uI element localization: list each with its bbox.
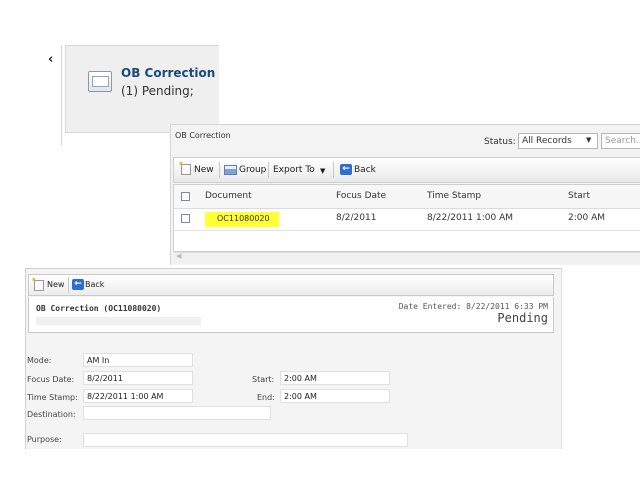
status-select-value: All Records [522,136,572,146]
search-placeholder: Search... [605,136,640,146]
time-stamp-field[interactable]: 8/22/2011 1:00 AM [83,389,193,403]
detail-subtitle-blurred [36,317,201,325]
focus-date-value: 8/2/2011 [87,374,123,383]
back-arrow-icon[interactable]: ← [72,279,84,290]
summary-title[interactable]: OB Correction [121,66,215,80]
destination-label: Destination: [27,410,76,419]
start-field[interactable]: 2:00 AM [280,371,390,385]
summary-pending-count: (1) Pending; [121,84,194,98]
select-all-checkbox[interactable] [181,192,190,201]
end-label: End: [257,393,275,402]
focus-date-label: Focus Date: [27,375,75,384]
toolbar-divider [268,162,269,178]
document-form-icon [88,71,112,92]
new-document-icon[interactable] [178,160,191,175]
mode-value: AM In [87,356,110,365]
detail-title: OB Correction (OC11080020) [36,304,162,313]
destination-field[interactable] [83,406,271,420]
purpose-label: Purpose: [27,435,62,444]
start-label: Start: [252,375,275,384]
list-new-button[interactable]: New [194,165,214,175]
column-header-time-stamp[interactable]: Time Stamp [427,191,481,201]
detail-new-button[interactable]: New [47,280,64,289]
toolbar-divider [219,162,220,178]
table-row-time-stamp: 8/22/2011 1:00 AM [427,213,514,223]
column-header-document[interactable]: Document [205,191,252,201]
list-export-button[interactable]: Export To [273,165,315,175]
table-row-focus-date: 8/2/2011 [336,213,377,223]
horizontal-scrollbar[interactable] [174,252,640,263]
table-row-document-link[interactable]: OC11080020 [217,214,270,223]
toolbar-divider [333,162,334,178]
status-badge: Pending [497,311,548,325]
back-arrow-icon[interactable]: ← [340,164,352,175]
time-stamp-label: Time Stamp: [27,393,78,402]
end-field[interactable]: 2:00 AM [280,389,390,403]
status-label: Status: [484,137,516,147]
table-row-start: 2:00 AM [568,213,605,223]
scroll-left-icon[interactable]: ◀ [176,252,181,260]
column-header-focus-date[interactable]: Focus Date [336,191,386,201]
export-dropdown-icon[interactable]: ▼ [320,167,325,175]
list-back-button[interactable]: Back [354,165,376,175]
group-icon[interactable] [224,165,237,175]
row-divider [174,230,640,231]
mode-label: Mode: [27,356,52,365]
detail-toolbar [28,274,554,296]
mode-field[interactable]: AM In [83,353,193,367]
list-title: OB Correction [175,131,231,140]
row-checkbox[interactable] [181,214,190,223]
end-value: 2:00 AM [284,392,317,401]
detail-back-button[interactable]: Back [85,280,104,289]
list-group-button[interactable]: Group [239,165,266,175]
search-input[interactable]: Search... [601,133,640,149]
chevron-left-icon[interactable]: ‹ [48,52,53,67]
new-document-icon[interactable] [31,276,44,291]
date-entered: Date Entered: 8/22/2011 6:33 PM [398,302,548,311]
column-header-start[interactable]: Start [568,191,590,201]
time-stamp-value: 8/22/2011 1:00 AM [87,392,164,401]
focus-date-field[interactable]: 8/2/2011 [83,371,193,385]
purpose-field[interactable] [83,433,408,447]
dropdown-arrow-icon[interactable]: ▼ [586,136,591,144]
toolbar-divider [68,277,69,293]
start-value: 2:00 AM [284,374,317,383]
